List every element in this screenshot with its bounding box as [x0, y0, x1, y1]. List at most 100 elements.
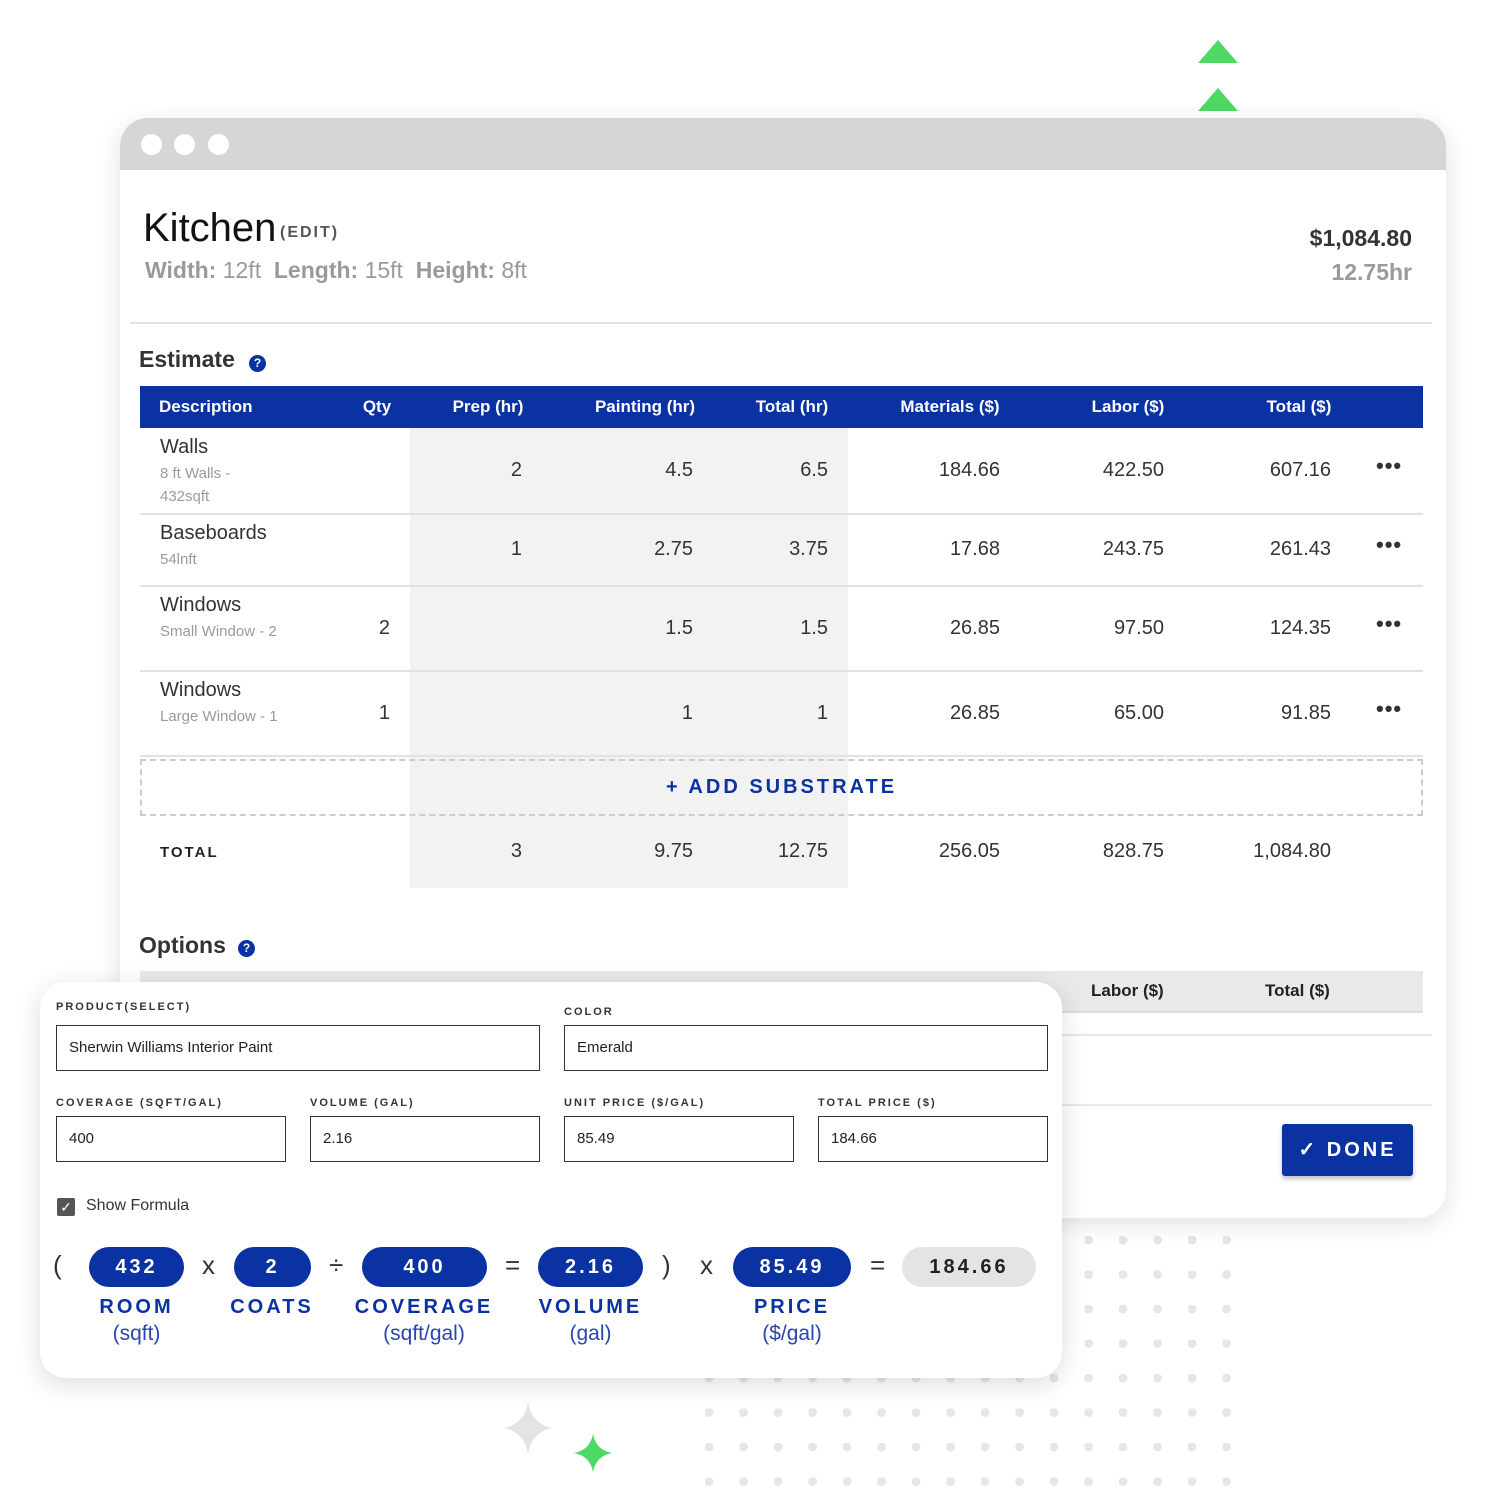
help-icon[interactable]: ? — [238, 940, 255, 957]
divider — [1060, 1034, 1432, 1036]
cell-labor: 243.75 — [1102, 538, 1164, 560]
height-label: Height: — [415, 257, 495, 283]
column-header: Total (hr) — [755, 397, 829, 416]
cell-painting: 4.5 — [665, 459, 693, 481]
formula-equals: = — [870, 1250, 886, 1280]
cell-total: 91.85 — [1280, 701, 1331, 724]
more-options-icon[interactable]: ••• — [1376, 696, 1402, 722]
cell-qty: 2 — [378, 616, 390, 639]
column-header: Painting (hr) — [594, 397, 696, 416]
formula-room-value: 432 — [89, 1247, 184, 1287]
help-icon[interactable]: ? — [249, 355, 266, 372]
formula-volume-unit: (gal) — [569, 1322, 612, 1345]
show-formula-label: Show Formula — [86, 1197, 190, 1214]
cell-total-hr: 1.5 — [800, 616, 828, 639]
cell-materials: 184.66 — [938, 459, 1000, 481]
options-col-total: Total ($) — [1265, 981, 1330, 1000]
length-label: Length: — [273, 257, 359, 283]
length-value: 15ft — [364, 257, 403, 283]
total-price-label: TOTAL PRICE ($) — [818, 1097, 937, 1109]
cell-prep: 1 — [510, 538, 522, 560]
estimate-table-header: Description Qty Prep (hr) Painting (hr) Tota… — [140, 386, 1423, 428]
show-formula-checkbox[interactable]: ✓ — [57, 1198, 75, 1216]
formula-result: 184.66 — [902, 1247, 1036, 1287]
column-header: Labor ($) — [1091, 397, 1165, 416]
coverage-input[interactable]: 400 — [56, 1116, 286, 1162]
room-total-price: $1,084.80 — [1309, 225, 1412, 251]
row-divider — [140, 513, 1423, 515]
total-label: TOTAL — [160, 844, 219, 861]
column-header: Prep (hr) — [452, 397, 524, 416]
add-substrate-button[interactable]: + ADD SUBSTRATE — [140, 759, 1423, 816]
more-options-icon[interactable]: ••• — [1376, 532, 1402, 558]
done-label: DONE — [1326, 1139, 1397, 1161]
divider — [1060, 1104, 1432, 1106]
cell-painting: 1 — [681, 701, 693, 724]
formula-price-value: 85.49 — [733, 1247, 851, 1287]
cell-total-hr: 1 — [816, 701, 828, 724]
window-control-dot[interactable] — [208, 134, 229, 155]
row-name: Walls — [160, 436, 209, 458]
formula-times: x — [700, 1250, 713, 1280]
formula-price-unit: ($/gal) — [762, 1322, 822, 1345]
window-control-dot[interactable] — [174, 134, 195, 155]
product-label: PRODUCT(SELECT) — [56, 1001, 192, 1013]
sparkle-icon — [504, 1402, 552, 1454]
cell-labor: 422.50 — [1102, 459, 1164, 481]
divider — [130, 322, 1432, 324]
more-options-icon[interactable]: ••• — [1376, 611, 1402, 637]
cell-painting: 2.75 — [654, 538, 693, 560]
cell-total: 124.35 — [1269, 616, 1331, 639]
cell-materials: 17.68 — [949, 538, 1000, 560]
height-value: 8ft — [501, 257, 527, 283]
width-value: 12ft — [222, 257, 262, 283]
product-select[interactable]: Sherwin Williams Interior Paint — [56, 1025, 540, 1071]
total-materials: 256.05 — [938, 840, 1000, 862]
total-total-hr: 12.75 — [777, 840, 828, 862]
column-header: Description — [159, 397, 253, 416]
formula-coverage-value: 400 — [362, 1247, 487, 1287]
cell-total-hr: 6.5 — [800, 459, 828, 481]
done-button[interactable]: ✓ DONE — [1282, 1124, 1413, 1176]
unit-price-input[interactable]: 85.49 — [564, 1116, 794, 1162]
formula-coats-value: 2 — [234, 1247, 311, 1287]
formula-open-paren: ( — [53, 1250, 62, 1280]
window-control-dot[interactable] — [141, 134, 162, 155]
cell-total: 607.16 — [1269, 459, 1331, 481]
row-divider — [140, 585, 1423, 587]
row-divider — [140, 670, 1423, 672]
total-price-input[interactable]: 184.66 — [818, 1116, 1048, 1162]
formula-volume-value: 2.16 — [538, 1247, 643, 1287]
formula-divide: ÷ — [329, 1250, 344, 1280]
formula-room-unit: (sqft) — [112, 1322, 161, 1345]
room-title: Kitchen — [143, 206, 277, 250]
estimate-heading: Estimate — [139, 346, 235, 372]
volume-input[interactable]: 2.16 — [310, 1116, 540, 1162]
coverage-label: COVERAGE (SQFT/GAL) — [56, 1097, 223, 1109]
total-prep: 3 — [510, 840, 522, 862]
formula-close-paren: ) — [662, 1250, 671, 1280]
row-name: Windows — [160, 679, 242, 701]
edit-link[interactable]: (EDIT) — [280, 224, 339, 242]
formula-room-label: ROOM — [99, 1296, 174, 1318]
hours-column-shade — [410, 428, 848, 888]
more-options-icon[interactable]: ••• — [1376, 453, 1402, 479]
formula-times: x — [202, 1250, 215, 1280]
cell-qty: 1 — [378, 701, 390, 724]
row-description: 54lnft — [160, 551, 197, 568]
row-name: Baseboards — [160, 522, 267, 544]
row-name: Windows — [160, 594, 242, 616]
room-total-hours: 12.75hr — [1331, 259, 1412, 285]
total-total: 1,084.80 — [1253, 840, 1331, 862]
total-painting: 9.75 — [654, 840, 693, 862]
cell-prep: 2 — [510, 459, 522, 481]
unit-price-label: UNIT PRICE ($/GAL) — [564, 1097, 706, 1109]
column-header: Total ($) — [1266, 397, 1332, 416]
cell-painting: 1.5 — [665, 616, 693, 639]
volume-label: VOLUME (GAL) — [310, 1097, 415, 1109]
color-input[interactable]: Emerald — [564, 1025, 1048, 1071]
formula-coverage-unit: (sqft/gal) — [383, 1322, 465, 1345]
room-dimensions: Width: 12ft Length: 15ft Height: 8ft — [145, 257, 527, 284]
cell-labor: 97.50 — [1113, 616, 1164, 639]
cell-total: 261.43 — [1269, 538, 1331, 560]
